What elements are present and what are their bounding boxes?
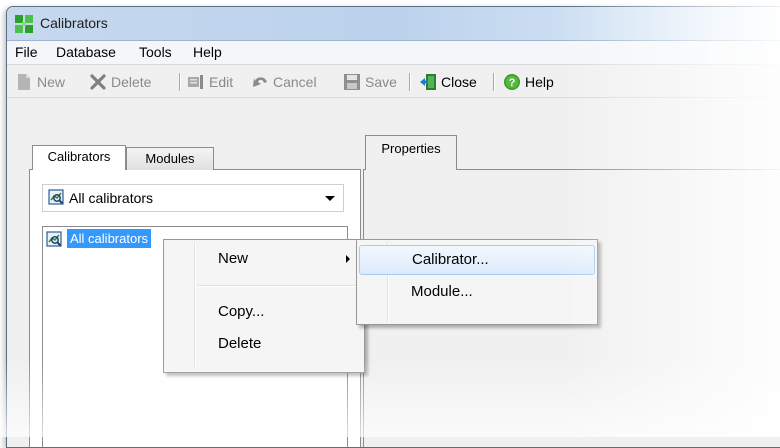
new-document-icon [18, 74, 30, 90]
close-button-label: Close [441, 74, 477, 90]
close-button[interactable]: Close [419, 72, 477, 92]
window-title: Calibrators [40, 15, 108, 31]
menu-item-label: Delete [218, 335, 262, 352]
delete-button[interactable]: Delete [89, 72, 151, 92]
cancel-button[interactable]: Cancel [251, 72, 317, 92]
help-question-icon: ? [504, 74, 520, 90]
calibrators-app-icon [15, 15, 33, 33]
menu-separator [197, 285, 362, 287]
delete-button-label: Delete [111, 74, 152, 90]
edit-button-label: Edit [209, 74, 234, 90]
menu-file[interactable]: File [15, 44, 38, 60]
submenu-module[interactable]: Module... [359, 278, 595, 306]
help-button-label: Help [525, 74, 554, 90]
save-button[interactable]: Save [343, 72, 397, 92]
context-menu-copy[interactable]: Copy... [166, 298, 362, 326]
edit-icon [188, 75, 203, 89]
toolbar-separator [493, 73, 495, 91]
tab-modules[interactable]: Modules [126, 147, 214, 170]
filter-selected-value: All calibrators [69, 190, 154, 206]
menu-database[interactable]: Database [56, 44, 116, 60]
title-bar[interactable]: Calibrators [7, 7, 780, 41]
tree-node-label: All calibrators [67, 229, 152, 248]
menu-item-label: Calibrator... [412, 251, 489, 268]
calibrators-window: Calibrators File Database Tools Help New… [6, 6, 780, 448]
tab-calibrators[interactable]: Calibrators [32, 145, 126, 170]
help-button[interactable]: ? Help [503, 72, 554, 92]
submenu-arrow-icon [346, 255, 350, 263]
edit-button[interactable]: Edit [187, 72, 233, 92]
toolbar-separator [409, 73, 411, 91]
cancel-button-label: Cancel [273, 74, 317, 90]
submenu-calibrator[interactable]: Calibrator... [359, 245, 595, 275]
menu-bar: File Database Tools Help [7, 41, 780, 65]
save-disk-icon [344, 74, 360, 90]
context-menu: New Copy... Delete [163, 239, 365, 373]
exit-door-icon [420, 74, 436, 90]
new-submenu: Calibrator... Module... [356, 239, 598, 325]
menu-help[interactable]: Help [193, 44, 222, 60]
calibrator-view-icon [48, 189, 64, 205]
menu-tools[interactable]: Tools [139, 44, 172, 60]
context-menu-delete[interactable]: Delete [166, 330, 362, 358]
undo-icon [253, 77, 267, 87]
context-menu-new[interactable]: New [166, 245, 362, 273]
toolbar-separator [179, 73, 181, 91]
toolbar: New Delete Edit Cancel Save Close ? Help [7, 65, 780, 98]
menu-item-label: New [218, 250, 249, 267]
menu-item-label: Module... [411, 283, 473, 300]
chevron-down-icon[interactable] [325, 196, 335, 201]
menu-item-label: Copy... [218, 303, 265, 320]
new-button-label: New [37, 74, 66, 90]
calibrator-filter-dropdown[interactable]: All calibrators [42, 184, 344, 212]
svg-text:?: ? [509, 77, 516, 89]
calibrator-view-icon [46, 231, 62, 247]
delete-x-icon [90, 74, 106, 90]
tab-properties[interactable]: Properties [365, 135, 457, 170]
save-button-label: Save [365, 74, 397, 90]
new-button[interactable]: New [15, 72, 65, 92]
